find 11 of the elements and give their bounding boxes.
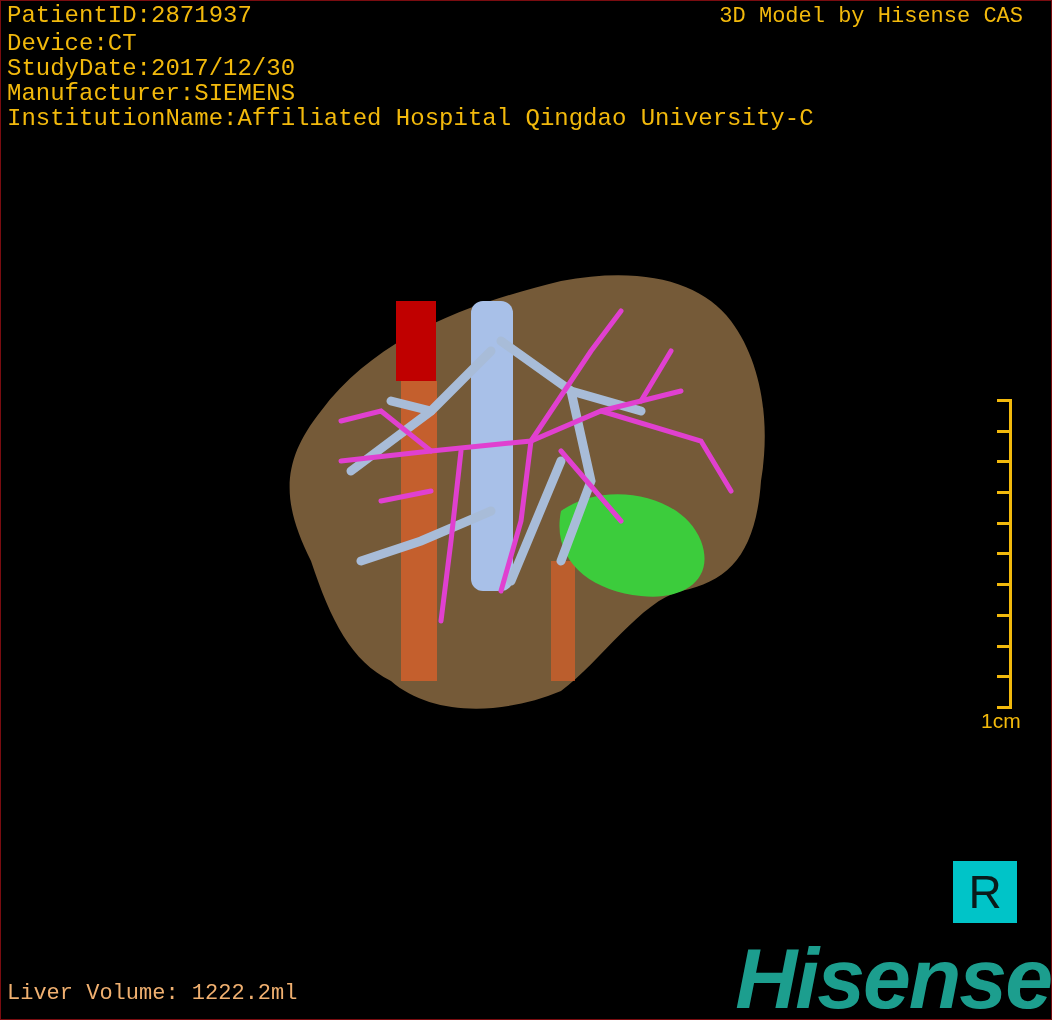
study-info-text: InstitutionName:Affiliated Hospital Qingdao University-C [7, 106, 815, 131]
orientation-marker: R [953, 861, 1017, 923]
study-info-text: StudyDate:2017/12/30 [7, 56, 297, 81]
scale-label: 1cm [981, 709, 1021, 733]
study-info-text: Manufacturer:SIEMENS [7, 81, 297, 106]
liver-volume-text: Liver Volume: 1222.2ml [7, 981, 298, 1007]
logo-text: Hisense [735, 943, 1051, 1013]
scale-bar-icon [997, 399, 1012, 709]
study-info-text: PatientID:2871937 [7, 3, 252, 28]
study-info-text: Device:CT [7, 31, 138, 56]
credit-text: 3D Model by Hisense CAS [719, 3, 1023, 31]
